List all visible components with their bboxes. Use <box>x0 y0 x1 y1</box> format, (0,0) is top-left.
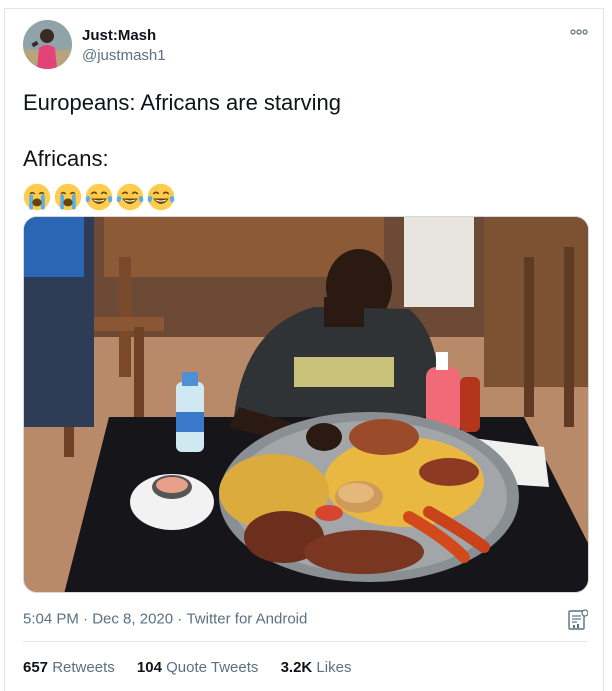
avatar-image <box>23 20 72 69</box>
loudly-crying-face-icon <box>23 183 51 211</box>
tweet-photo[interactable] <box>23 216 589 593</box>
quote-tweets-count: 104 <box>136 659 162 676</box>
meta-separator-2: · <box>177 610 183 628</box>
retweets-count: 657 <box>23 659 49 676</box>
tweet-time[interactable]: 5:04 PM <box>23 611 79 628</box>
tweet-source[interactable]: Twitter for Android <box>186 611 307 628</box>
retweets-stat[interactable]: 657 Retweets <box>23 659 115 676</box>
tweet-text: Europeans: Africans are starving African… <box>23 89 583 173</box>
more-dots-icon[interactable] <box>569 26 589 38</box>
divider-top <box>23 641 587 642</box>
likes-label: Likes <box>316 659 352 676</box>
photo-image <box>24 217 588 592</box>
tweet-activity-icon[interactable] <box>568 609 588 631</box>
face-with-tears-of-joy-icon <box>85 183 113 211</box>
quote-tweets-label: Quote Tweets <box>166 659 259 676</box>
likes-stat[interactable]: 3.2K Likes <box>281 659 352 676</box>
tweet-card: Just:Mash @justmash1 Europeans: Africans… <box>4 8 604 691</box>
emoji-row <box>23 183 175 211</box>
tweet-meta: 5:04 PM · Dec 8, 2020 · Twitter for Andr… <box>23 610 307 628</box>
face-with-tears-of-joy-icon <box>116 183 144 211</box>
avatar[interactable] <box>23 20 72 69</box>
tweet-date[interactable]: Dec 8, 2020 <box>92 611 173 628</box>
quote-tweets-stat[interactable]: 104 Quote Tweets <box>137 659 258 676</box>
tweet-line-2: Africans: <box>23 146 109 171</box>
meta-separator-1: · <box>83 610 89 628</box>
loudly-crying-face-icon <box>54 183 82 211</box>
retweets-label: Retweets <box>52 659 115 676</box>
display-name[interactable]: Just:Mash <box>82 27 156 44</box>
likes-count: 3.2K <box>280 659 313 676</box>
face-with-tears-of-joy-icon <box>147 183 175 211</box>
tweet-line-1: Europeans: Africans are starving <box>23 90 341 115</box>
tweet-stats: 657 Retweets 104 Quote Tweets 3.2K Likes <box>23 659 369 676</box>
handle[interactable]: @justmash1 <box>82 47 166 64</box>
